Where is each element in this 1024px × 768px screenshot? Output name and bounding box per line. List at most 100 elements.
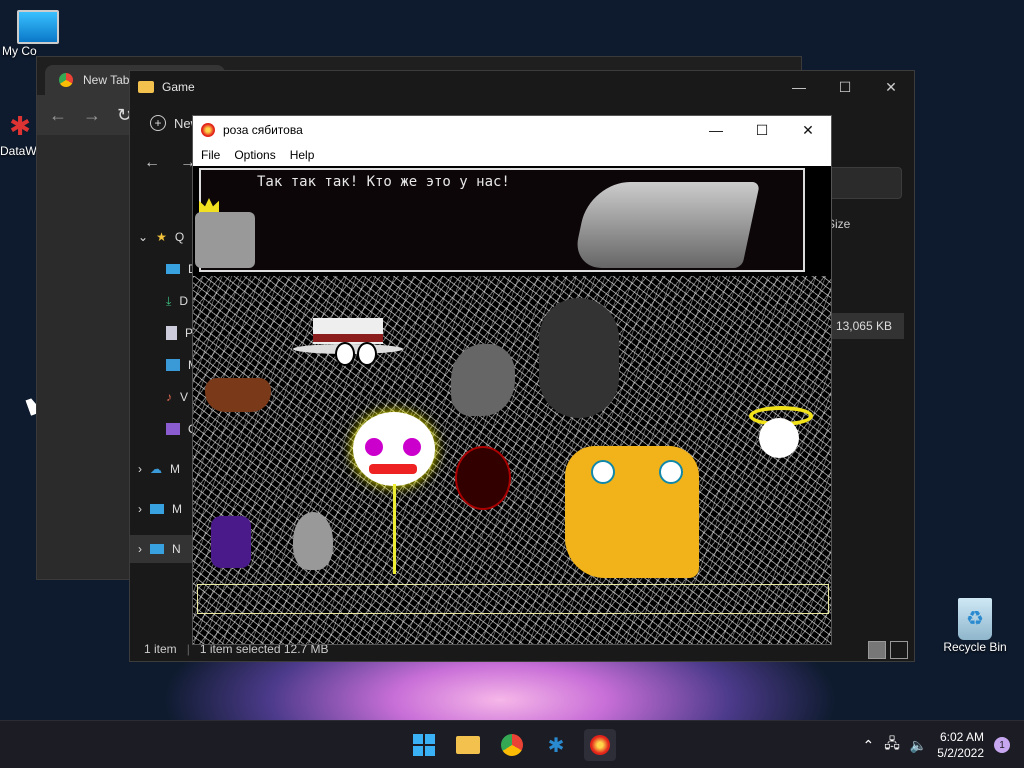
download-icon: ⤓ [166, 293, 172, 308]
music-icon: ♪ [166, 390, 172, 404]
nav-downloads[interactable]: ⤓ D [130, 287, 200, 315]
game-menubar: File Options Help [193, 144, 831, 166]
nav-documents[interactable]: P [130, 319, 200, 347]
file-explorer-taskbar-button[interactable] [452, 729, 484, 761]
plus-icon[interactable]: + [150, 115, 166, 131]
volume-icon[interactable]: 🔈 [910, 737, 927, 754]
tiles-view-icon[interactable] [890, 641, 908, 659]
windows-icon [413, 734, 435, 756]
clock-date: 5/2/2022 [937, 746, 984, 760]
nav-label: M [172, 502, 182, 516]
explorer-title: Game [162, 80, 195, 94]
game-app-icon [590, 735, 610, 755]
nav-label: N [172, 542, 181, 556]
app-shortcut-icon: ✱ [9, 111, 31, 141]
nav-videos[interactable]: O [130, 415, 200, 443]
network-icon[interactable]: 🖧 [884, 733, 900, 757]
system-tray: ⌃ 🖧 🔈 6:02 AM 5/2/2022 1 [862, 721, 1024, 768]
computer-icon [150, 504, 164, 514]
desktop-icon [166, 264, 180, 274]
forward-arrow-icon[interactable]: → [83, 105, 101, 126]
cat-portrait [195, 198, 255, 268]
minimize-button[interactable]: — [693, 116, 739, 144]
cloud-icon: ☁ [150, 462, 162, 476]
desktop-icon-my-computer[interactable]: My Co [2, 10, 74, 58]
recycle-bin-icon: ♻ [958, 598, 992, 640]
chrome-icon [59, 73, 73, 87]
picture-icon [166, 359, 180, 371]
game-window[interactable]: роза сябитова — ☐ ✕ File Options Help Та… [192, 115, 832, 645]
video-icon [166, 423, 180, 435]
menu-options[interactable]: Options [234, 148, 275, 162]
dialog-text: Так так так! Кто же это у нас! [257, 174, 510, 190]
nav-desktop[interactable]: D [130, 255, 200, 283]
status-item-count: 1 item [144, 642, 177, 656]
chevron-right-icon: › [138, 502, 142, 516]
minimize-button[interactable]: — [776, 71, 822, 103]
nav-this-pc[interactable]: › M [130, 495, 200, 523]
game-titlebar: роза сябитова — ☐ ✕ [193, 116, 831, 144]
network-icon [150, 544, 164, 554]
nav-music[interactable]: ♪ V [130, 383, 200, 411]
desktop-icon-datawrapper[interactable]: ✱ DataW [0, 108, 40, 158]
nav-label: D [179, 294, 188, 308]
chrome-taskbar-button[interactable] [496, 729, 528, 761]
game-title: роза сябитова [223, 123, 303, 137]
gas-mask-character [539, 298, 619, 418]
desktop-icon-label: Recycle Bin [943, 640, 1007, 654]
stick-figure-body [393, 484, 396, 574]
chevron-right-icon: › [138, 542, 142, 556]
maximize-button[interactable]: ☐ [822, 71, 868, 103]
nav-network[interactable]: › N [130, 535, 200, 563]
star-icon: ★ [156, 230, 167, 244]
chevron-right-icon: › [138, 462, 142, 476]
monitor-icon [17, 10, 59, 44]
nav-quick-access[interactable]: ⌄ ★ Q [130, 223, 200, 251]
back-arrow-icon[interactable]: ← [49, 105, 67, 126]
halo-character [745, 406, 815, 496]
close-button[interactable]: ✕ [868, 71, 914, 103]
nav-onedrive[interactable]: › ☁ M [130, 455, 200, 483]
chrome-icon [501, 734, 523, 756]
chrome-tab-title: New Tab [83, 73, 130, 87]
clock-time: 6:02 AM [939, 730, 984, 744]
game-canvas[interactable]: Так так так! Кто же это у нас! [193, 166, 831, 644]
clock[interactable]: 6:02 AM 5/2/2022 [937, 729, 984, 761]
game-taskbar-button[interactable] [584, 729, 616, 761]
rock-character [451, 344, 515, 416]
puzzle-icon: ✱ [547, 734, 565, 757]
chevron-up-icon[interactable]: ⌃ [862, 737, 874, 754]
nav-pictures[interactable]: M [130, 351, 200, 379]
nav-label: M [170, 462, 180, 476]
document-icon [166, 326, 177, 340]
game-app-icon [201, 123, 215, 137]
column-header-size[interactable]: Size [824, 217, 904, 239]
app-taskbar-button[interactable]: ✱ [540, 729, 572, 761]
back-arrow-icon[interactable]: ← [144, 154, 160, 172]
enemy-sprite [571, 182, 761, 268]
folder-icon [138, 81, 154, 93]
hat-character [293, 318, 403, 374]
chevron-down-icon: ⌄ [138, 230, 149, 244]
brown-hat-character [205, 378, 271, 412]
explorer-titlebar: Game — ☐ ✕ [130, 71, 914, 103]
nav-label: V [180, 390, 189, 404]
menu-help[interactable]: Help [290, 148, 315, 162]
nav-label: Q [174, 230, 185, 244]
maximize-button[interactable]: ☐ [739, 116, 785, 144]
menu-file[interactable]: File [201, 148, 220, 162]
start-button[interactable] [408, 729, 440, 761]
crown-icon [199, 198, 219, 212]
yellow-bird-character [565, 446, 699, 578]
taskbar: ✱ ⌃ 🖧 🔈 6:02 AM 5/2/2022 1 [0, 720, 1024, 768]
dialog-box: Так так так! Кто же это у нас! [195, 168, 805, 272]
chicken-character [293, 512, 333, 570]
devil-character [455, 446, 511, 510]
notification-badge[interactable]: 1 [994, 737, 1010, 753]
close-button[interactable]: ✕ [785, 116, 831, 144]
desktop-icon-recycle-bin[interactable]: ♻ Recycle Bin [940, 598, 1010, 654]
moon-face-character [353, 412, 435, 486]
purple-cat-character [211, 516, 251, 568]
details-view-icon[interactable] [868, 641, 886, 659]
desktop-icon-label: DataW [0, 144, 37, 158]
